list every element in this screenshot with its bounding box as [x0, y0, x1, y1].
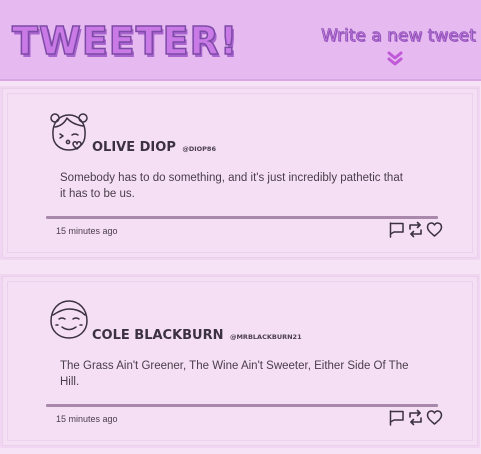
flag-icon[interactable] [388, 221, 405, 238]
app-logo[interactable]: TWEETER! [11, 21, 238, 61]
tweet-author: COLE BLACKBURN @MRBLACKBURN21 [92, 327, 302, 343]
retweet-icon[interactable] [407, 221, 424, 238]
boy-avatar-icon [50, 300, 88, 339]
write-new-tweet-link[interactable]: Write a new tweet [321, 27, 476, 45]
author-name[interactable]: COLE BLACKBURN [92, 328, 224, 343]
tweet-content: Somebody has to do something, and it's j… [60, 172, 403, 200]
tweet-timestamp: 15 minutes ago [56, 414, 118, 424]
heart-icon[interactable] [426, 221, 443, 238]
divider [46, 404, 438, 407]
divider [46, 216, 438, 219]
tweet-card: COLE BLACKBURN @MRBLACKBURN21 The Grass … [0, 274, 480, 448]
retweet-icon[interactable] [407, 409, 424, 426]
tweet-content: The Grass Ain't Greener, The Wine Ain't … [60, 360, 409, 388]
double-chevron-down-icon[interactable] [387, 51, 403, 67]
girl-avatar-icon [50, 113, 88, 151]
tweet-author: OLIVE DIOP @DIOP86 [92, 139, 216, 155]
app-header: TWEETER! Write a new tweet [0, 0, 481, 81]
tweet-actions [388, 220, 443, 238]
flag-icon[interactable] [388, 409, 405, 426]
tweet-card: OLIVE DIOP @DIOP86 Somebody has to do so… [0, 86, 480, 260]
author-name[interactable]: OLIVE DIOP [92, 140, 176, 155]
heart-icon[interactable] [426, 409, 443, 426]
tweet-timestamp: 15 minutes ago [56, 226, 118, 236]
author-handle[interactable]: @MRBLACKBURN21 [230, 333, 302, 341]
author-handle[interactable]: @DIOP86 [182, 145, 216, 153]
tweet-actions [388, 408, 443, 426]
